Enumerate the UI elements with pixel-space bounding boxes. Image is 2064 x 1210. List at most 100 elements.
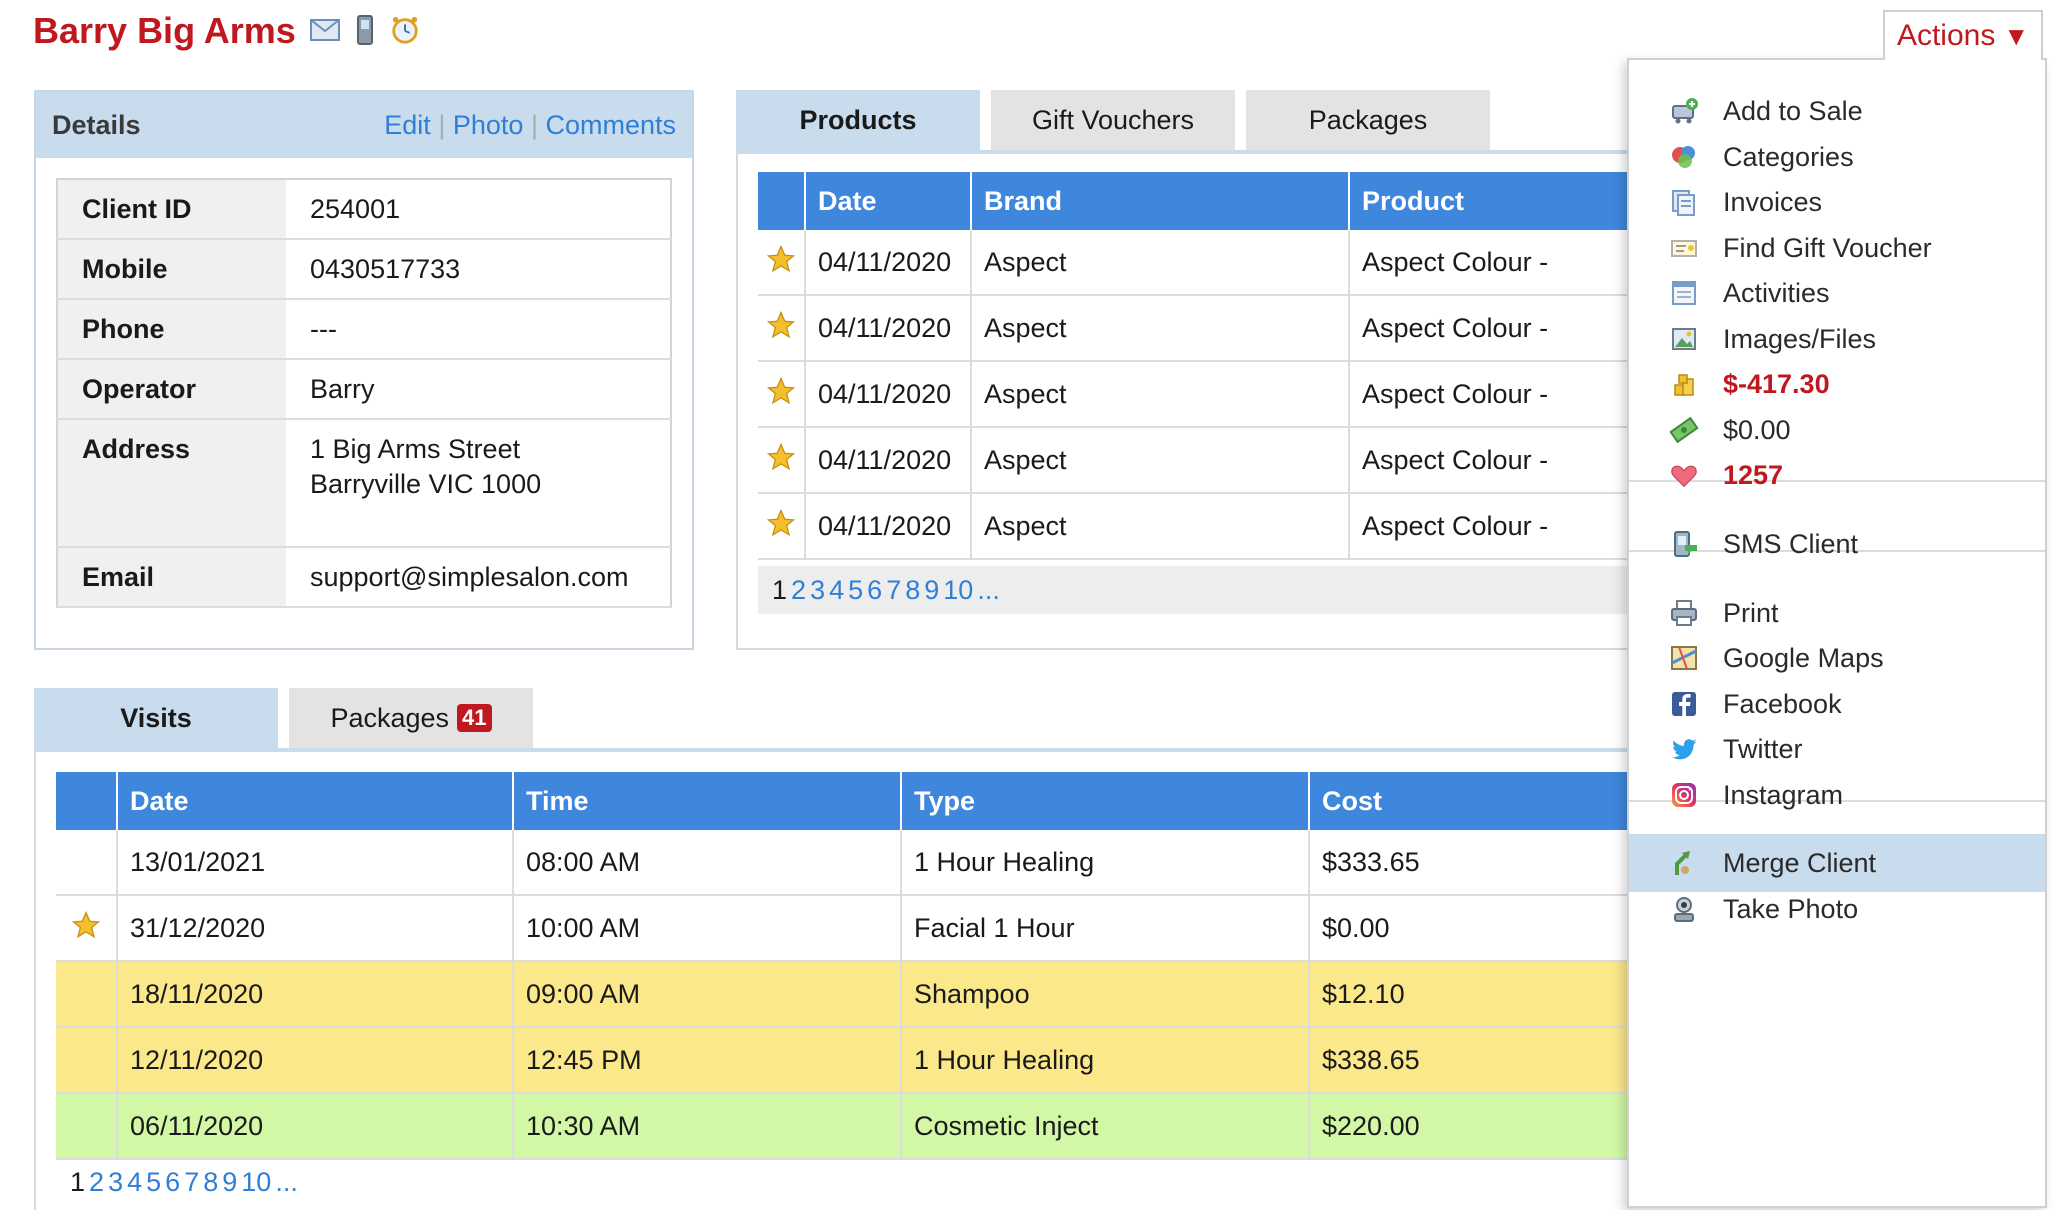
column-header[interactable]: Time [513,772,902,830]
link-separator: | [438,109,446,140]
brand-cell: Aspect [971,493,1350,560]
table-row[interactable]: 04/11/2020 Aspect Aspect Colour - [758,295,1658,362]
star-cell[interactable] [56,1027,118,1094]
star-cell[interactable] [758,361,806,428]
column-header[interactable]: Type [901,772,1310,830]
date-cell: 31/12/2020 [117,895,514,962]
table-row[interactable]: 04/11/2020 Aspect Aspect Colour - [758,427,1658,494]
detail-label: Mobile [57,239,286,300]
column-header[interactable]: Date [117,772,514,830]
tab-gift-vouchers[interactable]: Gift Vouchers [991,90,1235,150]
menu-item-label: Merge Client [1723,847,1877,878]
menu-item-instagram[interactable]: Instagram [1629,766,2045,824]
pager-link[interactable]: 7 [886,575,901,606]
menu-item-label: $0.00 [1723,414,1791,445]
pager-link[interactable]: 8 [203,1167,218,1198]
edit-link[interactable]: Edit [384,110,431,140]
brand-cell: Aspect [971,230,1350,296]
product-cell: Aspect Colour - [1349,493,1658,560]
cost-cell: $220.00 [1309,1093,1636,1160]
address-line-2: Barryville VIC 1000 [310,469,542,499]
table-row[interactable]: 04/11/2020 Aspect Aspect Colour - [758,361,1658,428]
date-cell: 04/11/2020 [805,361,972,428]
menu-item-sms[interactable]: SMS Client [1629,515,2045,573]
menu-item-label: Facebook [1723,688,1842,719]
table-row[interactable]: 18/11/2020 09:00 AM Shampoo $12.10 [56,961,1636,1028]
star-cell[interactable] [56,1093,118,1160]
star-cell[interactable] [758,230,806,296]
details-title: Details [52,109,141,140]
pager-current: 1 [772,574,788,605]
pager-link[interactable]: 4 [127,1167,142,1198]
type-cell: 1 Hour Healing [901,1027,1310,1094]
details-panel: Details Edit | Photo | Comments Client I… [34,90,694,650]
photo-link[interactable]: Photo [453,110,524,140]
pager-link[interactable]: 3 [810,575,825,606]
pager-link[interactable]: 6 [165,1167,180,1198]
pager-link[interactable]: 10 [943,575,973,606]
pager-link[interactable]: ... [275,1167,298,1198]
star-cell[interactable] [56,895,118,962]
pager-link[interactable]: 4 [829,575,844,606]
star-icon [766,310,796,346]
activities-icon [1667,276,1701,310]
table-row[interactable]: 12/11/2020 12:45 PM 1 Hour Healing $338.65 [56,1027,1636,1094]
actions-button[interactable]: Actions ▼ [1883,10,2043,60]
star-cell[interactable] [56,961,118,1028]
pager-link[interactable]: 3 [108,1167,123,1198]
pager-link[interactable]: 9 [924,575,939,606]
time-cell: 10:00 AM [513,895,902,962]
product-cell: Aspect Colour - [1349,230,1658,296]
alarm-clock-icon[interactable] [390,14,420,46]
column-header[interactable]: Date [805,172,972,230]
pager-link[interactable]: 9 [222,1167,237,1198]
map-icon [1667,641,1701,675]
column-header[interactable]: Brand [971,172,1350,230]
table-row[interactable]: 04/11/2020 Aspect Aspect Colour - [758,230,1658,296]
table-header-row: Date Time Type Cost [56,772,1636,830]
tab-visit-packages[interactable]: Packages 41 [289,688,533,748]
star-column-header [758,172,806,230]
date-cell: 12/11/2020 [117,1027,514,1094]
pager-link[interactable]: ... [977,575,1000,606]
menu-item-heart[interactable]: 1257 [1629,446,2045,504]
brand-cell: Aspect [971,295,1350,362]
star-cell[interactable] [758,295,806,362]
column-header[interactable]: Cost [1309,772,1636,830]
categories-icon [1667,140,1701,174]
brand-cell: Aspect [971,427,1350,494]
table-row[interactable]: 13/01/2021 08:00 AM 1 Hour Healing $333.65 [56,830,1636,896]
star-cell[interactable] [758,427,806,494]
star-cell[interactable] [56,830,118,896]
pager-link[interactable]: 5 [848,575,863,606]
cash-icon [1667,413,1701,447]
images-icon [1667,322,1701,356]
product-cell: Aspect Colour - [1349,427,1658,494]
mobile-phone-icon[interactable] [350,14,380,46]
pager-link[interactable]: 8 [905,575,920,606]
products-table: Date Brand Product 04/11/2020 Aspect Aspec… [758,172,1658,560]
details-header: Details Edit | Photo | Comments [36,92,692,158]
table-row[interactable]: 31/12/2020 10:00 AM Facial 1 Hour $0.00 [56,895,1636,962]
sms-icon [1667,527,1701,561]
email-icon[interactable] [310,14,340,46]
pager-link[interactable]: 7 [184,1167,199,1198]
gift-voucher-icon [1667,231,1701,265]
star-cell[interactable] [758,493,806,560]
tab-visits[interactable]: Visits [34,688,278,748]
date-cell: 04/11/2020 [805,427,972,494]
tab-packages[interactable]: Packages [1246,90,1490,150]
table-row[interactable]: 06/11/2020 10:30 AM Cosmetic Inject $220.00 [56,1093,1636,1160]
table-row[interactable]: 04/11/2020 Aspect Aspect Colour - [758,493,1658,560]
pager-link[interactable]: 6 [867,575,882,606]
type-cell: Cosmetic Inject [901,1093,1310,1160]
pager-link[interactable]: 2 [791,575,806,606]
pager-link[interactable]: 2 [89,1167,104,1198]
email-value[interactable]: support@simplesalon.com [286,547,671,608]
comments-link[interactable]: Comments [545,110,676,140]
pager-link[interactable]: 5 [146,1167,161,1198]
tab-products[interactable]: Products [736,90,980,150]
menu-item-camera[interactable]: Take Photo [1629,880,2045,938]
column-header[interactable]: Product [1349,172,1658,230]
pager-link[interactable]: 10 [241,1167,271,1198]
